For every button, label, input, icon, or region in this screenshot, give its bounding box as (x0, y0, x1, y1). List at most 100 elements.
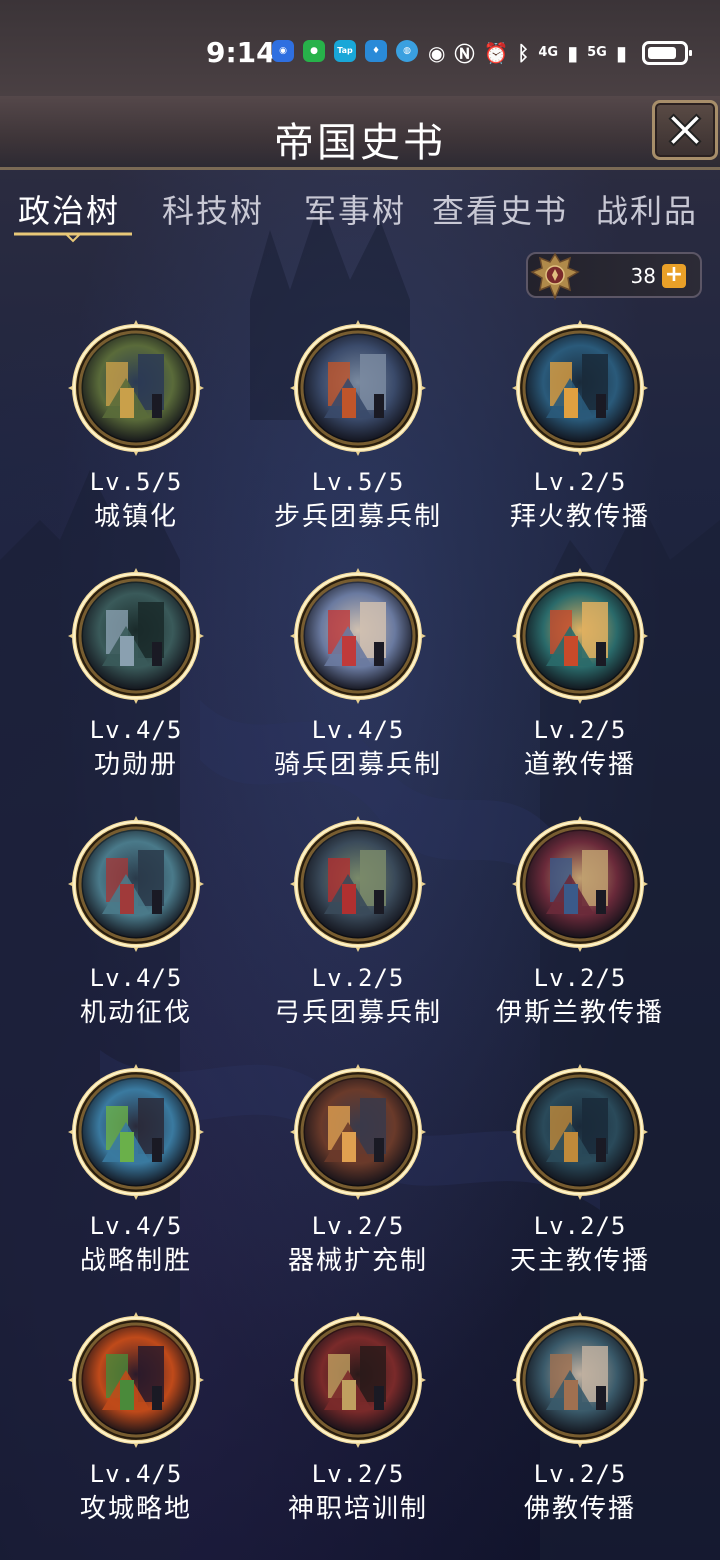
skill-name: 器械扩充制 (287, 1246, 428, 1276)
tab-military[interactable]: 军事树 (304, 186, 406, 232)
skill-level: Lv.4/5 (89, 716, 183, 744)
skill-artwork-icon (68, 320, 204, 456)
bluetooth-icon: ᛒ (517, 40, 530, 65)
status-bar: 9:14 ◉ ● Tap ♦ ◍ ◉ Ⓝ ⏰ ᛒ 4G ▮ 5G ▮ (0, 0, 720, 96)
bulb-icon: ♦ (365, 40, 387, 62)
header-bar: 帝国史书 (0, 96, 720, 170)
skill-level: Lv.4/5 (89, 1460, 183, 1488)
notification-icons: ◉ ● Tap ♦ ◍ (272, 40, 418, 62)
skill-node[interactable]: Lv.2/5 器械扩充制 (248, 1062, 468, 1292)
skill-artwork-icon (68, 816, 204, 952)
skill-name: 天主教传播 (509, 1246, 650, 1276)
add-currency-button[interactable]: + (662, 264, 686, 288)
skill-name: 道教传播 (523, 750, 636, 780)
skill-node[interactable]: Lv.2/5 弓兵团募兵制 (248, 814, 468, 1044)
tab-bar: 政治树 科技树 军事树 查看史书 战利品 (0, 186, 720, 246)
skill-name: 机动征伐 (79, 998, 192, 1028)
skill-artwork-icon (68, 1312, 204, 1448)
skill-level: Lv.4/5 (89, 1212, 183, 1240)
tab-trophies[interactable]: 战利品 (596, 186, 698, 232)
skill-name: 神职培训制 (287, 1494, 428, 1524)
skill-medal (510, 566, 650, 706)
close-icon (668, 113, 702, 147)
skill-level: Lv.2/5 (533, 716, 627, 744)
skill-level: Lv.2/5 (311, 1212, 405, 1240)
skill-artwork-icon (512, 1064, 648, 1200)
browser-icon: ◍ (396, 40, 418, 62)
skill-artwork-icon (512, 1312, 648, 1448)
skill-medal (66, 566, 206, 706)
skill-level: Lv.2/5 (533, 1212, 627, 1240)
eagle-emblem-icon (530, 252, 580, 300)
skill-node[interactable]: Lv.4/5 攻城略地 (26, 1310, 246, 1540)
skill-medal (288, 318, 428, 458)
skill-name: 城镇化 (93, 502, 178, 532)
skill-name: 拜火教传播 (509, 502, 650, 532)
active-tab-indicator (14, 232, 132, 243)
skill-node[interactable]: Lv.4/5 机动征伐 (26, 814, 246, 1044)
skill-artwork-icon (290, 320, 426, 456)
battery-icon (641, 40, 692, 65)
wechat-icon: ● (303, 40, 325, 62)
skill-medal (66, 318, 206, 458)
skill-node[interactable]: Lv.4/5 骑兵团募兵制 (248, 566, 468, 796)
nfc-icon: Ⓝ (454, 42, 475, 66)
skill-name: 骑兵团募兵制 (273, 750, 442, 780)
signal-bars-icon: ▮ (567, 40, 579, 65)
currency-counter: 38 + (526, 252, 702, 300)
skill-level: Lv.5/5 (311, 468, 405, 496)
skill-node[interactable]: Lv.4/5 战略制胜 (26, 1062, 246, 1292)
skill-medal (288, 814, 428, 954)
skill-level: Lv.2/5 (533, 1460, 627, 1488)
skill-artwork-icon (290, 1064, 426, 1200)
skill-level: Lv.5/5 (89, 468, 183, 496)
skill-name: 攻城略地 (79, 1494, 192, 1524)
eye-icon: ◉ (428, 40, 446, 65)
skill-level: Lv.4/5 (89, 964, 183, 992)
skill-medal (66, 1310, 206, 1450)
tab-technology[interactable]: 科技树 (162, 186, 264, 232)
skill-medal (510, 1310, 650, 1450)
signal-bars-2-icon: ▮ (615, 40, 627, 65)
skill-level: Lv.2/5 (311, 1460, 405, 1488)
close-button[interactable] (652, 100, 718, 160)
skill-node[interactable]: Lv.2/5 神职培训制 (248, 1310, 468, 1540)
skill-medal (288, 566, 428, 706)
skill-level: Lv.2/5 (311, 964, 405, 992)
skill-level: Lv.4/5 (311, 716, 405, 744)
skill-node[interactable]: Lv.2/5 佛教传播 (470, 1310, 690, 1540)
page-title: 帝国史书 (274, 120, 446, 166)
skill-artwork-icon (290, 816, 426, 952)
skill-artwork-icon (512, 568, 648, 704)
skill-artwork-icon (68, 568, 204, 704)
skill-node[interactable]: Lv.2/5 道教传播 (470, 566, 690, 796)
skill-name: 伊斯兰教传播 (495, 998, 664, 1028)
skill-node[interactable]: Lv.5/5 步兵团募兵制 (248, 318, 468, 548)
currency-value: 38 (630, 264, 656, 288)
skill-node[interactable]: Lv.2/5 拜火教传播 (470, 318, 690, 548)
skill-node[interactable]: Lv.2/5 伊斯兰教传播 (470, 814, 690, 1044)
skill-name: 战略制胜 (79, 1246, 192, 1276)
tab-politics[interactable]: 政治树 (18, 186, 120, 232)
skill-medal (510, 318, 650, 458)
tap-icon: Tap (334, 40, 356, 62)
skill-node[interactable]: Lv.4/5 功勋册 (26, 566, 246, 796)
skill-medal (510, 814, 650, 954)
system-icons: ◉ Ⓝ ⏰ ᛒ 4G ▮ 5G ▮ (428, 38, 692, 67)
skill-medal (510, 1062, 650, 1202)
skill-artwork-icon (290, 1312, 426, 1448)
skill-name: 弓兵团募兵制 (273, 998, 442, 1028)
skill-level: Lv.2/5 (533, 964, 627, 992)
skill-node[interactable]: Lv.5/5 城镇化 (26, 318, 246, 548)
skill-artwork-icon (68, 1064, 204, 1200)
skill-level: Lv.2/5 (533, 468, 627, 496)
skill-medal (66, 1062, 206, 1202)
skill-artwork-icon (512, 320, 648, 456)
skill-medal (288, 1310, 428, 1450)
skill-name: 功勋册 (93, 750, 178, 780)
signal-5g-icon: 5G (587, 45, 607, 60)
tab-view-history[interactable]: 查看史书 (432, 186, 568, 232)
skill-name: 步兵团募兵制 (273, 502, 442, 532)
skill-node[interactable]: Lv.2/5 天主教传播 (470, 1062, 690, 1292)
alarm-icon: ⏰ (483, 40, 509, 65)
